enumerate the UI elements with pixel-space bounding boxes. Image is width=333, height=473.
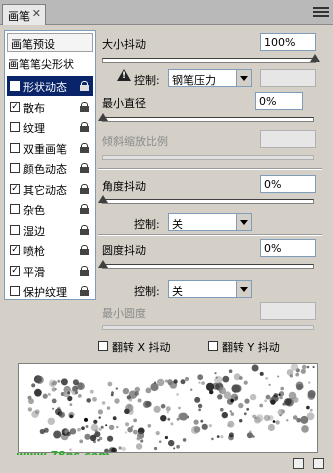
roundness-jitter-thumb[interactable] [98,260,108,268]
flip-y-checkbox[interactable] [208,341,218,351]
sidebar-item-label: 纹理 [23,122,45,135]
sidebar-item-label: 保护纹理 [23,286,67,299]
sidebar-item[interactable]: 颜色动态 [7,158,93,178]
flip-x-label: 翻转 X 抖动 [112,341,171,354]
flip-y-label: 翻转 Y 抖动 [222,341,280,354]
sidebar-item-checkbox[interactable]: ✓ [10,245,20,255]
tab-title: 画笔 [8,10,30,23]
sidebar-item-checkbox[interactable] [10,286,20,296]
size-control-value: 钢笔压力 [172,74,216,87]
min-roundness-input [260,302,316,320]
sidebar-item-checkbox[interactable]: ✓ [10,265,20,276]
sidebar-item-label: 湿边 [23,224,45,238]
min-diameter-input[interactable]: 0% [255,92,303,110]
min-diameter-thumb[interactable] [98,113,108,121]
brush-options-list: 画笔预设 画笔笔尖形状 ✓ 形状动态 ✓ 散布 纹理 双重画笔 颜色动态 ✓ 其它动态 杂色 湿边 ✓… [4,30,96,300]
lock-icon[interactable] [80,265,89,276]
min-roundness-slider [102,325,314,330]
min-roundness-label: 最小圆度 [102,307,146,320]
trash-icon[interactable] [313,458,324,469]
sidebar-item-label: 双重画笔 [23,142,67,156]
size-jitter-thumb[interactable] [310,54,320,62]
min-diameter-label: 最小直径 [102,97,146,110]
roundness-control-value: 关 [172,285,183,298]
sidebar-item-label: 喷枪 [23,245,45,258]
sidebar-item[interactable]: 双重画笔 [7,138,93,158]
size-jitter-label: 大小抖动 [102,38,146,51]
size-jitter-slider[interactable] [102,54,320,63]
sidebar-item[interactable]: 湿边 [7,220,93,240]
sidebar-item[interactable]: 纹理 [7,117,93,137]
sidebar-item-checkbox[interactable] [10,224,20,235]
brush-preview [18,363,318,453]
sidebar-item[interactable]: ✓ 其它动态 [7,179,93,199]
divider [98,234,322,236]
sidebar-item[interactable]: ✓ 散布 [7,97,93,117]
angle-control-value: 关 [172,218,183,231]
sidebar-item-checkbox[interactable]: ✓ [10,101,20,112]
divider [98,168,322,170]
close-icon[interactable]: ✕ [32,7,41,20]
lock-icon[interactable] [80,101,89,112]
chevron-down-icon[interactable] [236,214,251,230]
sidebar-item[interactable]: ✓ 喷枪 [7,240,93,260]
brush-tip-shape-item[interactable]: 画笔笔尖形状 [8,56,74,72]
lock-icon[interactable] [80,183,89,194]
lock-icon[interactable] [80,286,89,296]
size-jitter-input[interactable]: 100% [260,33,316,51]
sidebar-item-checkbox[interactable]: ✓ [10,81,20,91]
sidebar-item-label: 散布 [23,101,45,115]
brush-stroke-preview [27,364,316,452]
angle-jitter-label: 角度抖动 [102,180,146,193]
sidebar-item-label: 其它动态 [23,183,67,197]
sidebar-item-label: 形状动态 [23,81,67,94]
size-control-extra-field [260,69,316,87]
sidebar-item[interactable]: ✓ 平滑 [7,261,93,281]
panel-bottom-bar [0,455,333,473]
size-control-label: 控制: [134,74,160,87]
sidebar-item[interactable]: 保护纹理 [7,281,93,301]
roundness-control-select[interactable]: 关 [168,280,252,298]
roundness-control-label: 控制: [134,285,160,298]
min-diameter-slider[interactable] [98,113,314,122]
tilt-scale-input [260,130,316,148]
lock-icon[interactable] [80,122,89,132]
tab-brushes[interactable]: 画笔 ✕ [2,4,46,25]
brush-presets-button[interactable]: 画笔预设 [7,33,93,52]
sidebar-item[interactable]: 杂色 [7,199,93,219]
angle-jitter-thumb[interactable] [98,195,108,203]
new-preset-icon[interactable] [293,458,304,469]
sidebar-item-checkbox[interactable] [10,142,20,153]
warning-icon: ! [117,69,131,81]
angle-jitter-input[interactable]: 0% [260,175,316,193]
flip-x-checkbox[interactable] [98,341,108,351]
roundness-jitter-label: 圆度抖动 [102,244,146,257]
lock-icon[interactable] [80,163,89,173]
lock-icon[interactable] [80,224,89,235]
sidebar-item-checkbox[interactable] [10,163,20,173]
angle-control-label: 控制: [134,218,160,231]
sidebar-item-label: 平滑 [23,265,45,279]
roundness-jitter-slider[interactable] [98,260,314,269]
lock-icon[interactable] [80,245,89,255]
roundness-jitter-input[interactable]: 0% [260,239,316,257]
sidebar-item-checkbox[interactable] [10,122,20,132]
panel-tab-bar: 画笔 ✕ [0,0,333,25]
lock-icon[interactable] [80,142,89,153]
angle-jitter-slider[interactable] [98,195,314,204]
sidebar-item-checkbox[interactable] [10,204,20,214]
size-control-select[interactable]: 钢笔压力 [168,69,252,87]
tilt-scale-slider [102,155,314,160]
sidebar-item-checkbox[interactable]: ✓ [10,183,20,194]
lock-icon[interactable] [80,81,89,91]
chevron-down-icon[interactable] [236,281,251,297]
sidebar-item[interactable]: ✓ 形状动态 [7,76,93,96]
angle-control-select[interactable]: 关 [168,213,252,231]
sidebar-item-label: 杂色 [23,204,45,217]
lock-icon[interactable] [80,204,89,214]
tilt-scale-label: 倾斜缩放比例 [102,135,168,148]
panel-menu-icon[interactable] [313,7,329,19]
sidebar-item-label: 颜色动态 [23,163,67,176]
chevron-down-icon[interactable] [236,70,251,86]
